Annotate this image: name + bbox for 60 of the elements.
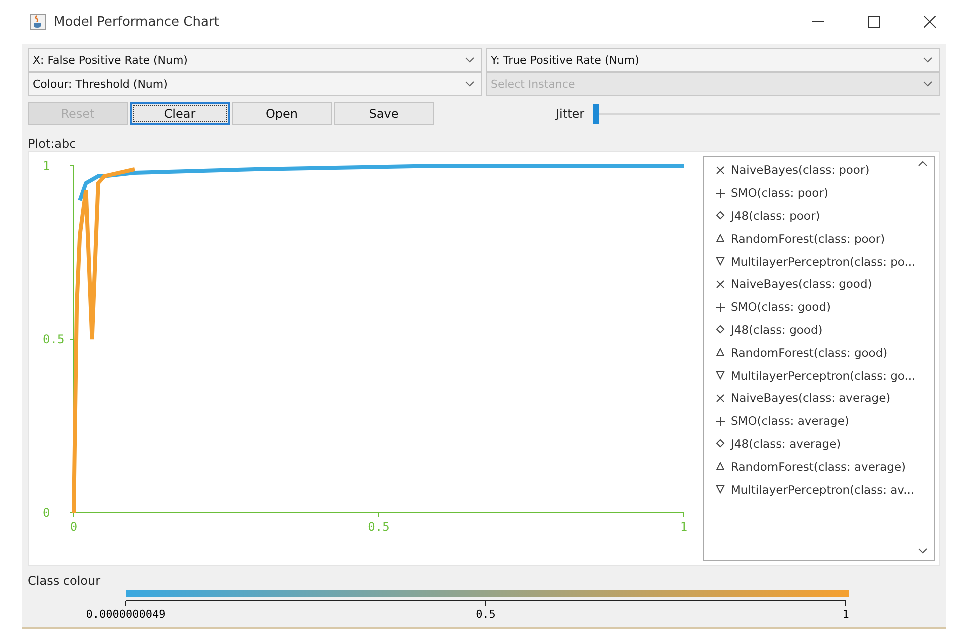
x-tick-label: 0.5 bbox=[368, 520, 390, 534]
toolbar-button[interactable]: Open bbox=[232, 102, 332, 125]
chevron-down-icon bbox=[465, 81, 475, 87]
triangle-down-icon bbox=[716, 485, 725, 494]
x-tick-label: 0 bbox=[70, 520, 78, 534]
dropdown[interactable]: Y: True Positive Rate (Num) bbox=[486, 48, 940, 72]
triangle-icon bbox=[716, 348, 725, 358]
legend-item[interactable]: SMO(class: good) bbox=[716, 296, 934, 319]
legend-item[interactable]: SMO(class: average) bbox=[716, 410, 934, 433]
toolbar-button[interactable]: Save bbox=[334, 102, 434, 125]
legend-item[interactable]: NaiveBayes(class: poor) bbox=[716, 159, 934, 182]
window-title: Model Performance Chart bbox=[54, 14, 220, 30]
triangle-down-icon bbox=[716, 371, 725, 380]
chevron-down-icon bbox=[923, 57, 933, 63]
plus-icon bbox=[716, 188, 725, 198]
plot-title: Plot:abc bbox=[28, 137, 78, 151]
legend-item[interactable]: MultilayerPerceptron(class: go... bbox=[716, 364, 934, 387]
plus-icon bbox=[716, 416, 725, 426]
triangle-icon bbox=[716, 234, 725, 244]
class-colour-label: Class colour bbox=[28, 574, 102, 588]
legend-item[interactable]: SMO(class: poor) bbox=[716, 182, 934, 205]
legend-item[interactable]: MultilayerPerceptron(class: av... bbox=[716, 478, 934, 501]
legend-item[interactable]: RandomForest(class: average) bbox=[716, 455, 934, 478]
triangle-down-icon bbox=[716, 257, 725, 266]
diamond-icon bbox=[716, 325, 725, 334]
y-tick-label: 1 bbox=[43, 159, 50, 173]
legend-item[interactable]: J48(class: average) bbox=[716, 432, 934, 456]
diamond-icon bbox=[716, 211, 725, 220]
minimize-icon[interactable] bbox=[812, 21, 824, 23]
chevron-down-icon bbox=[465, 57, 475, 63]
legend-item[interactable]: J48(class: poor) bbox=[716, 204, 934, 228]
slider-thumb[interactable] bbox=[592, 104, 599, 124]
diamond-icon bbox=[716, 439, 725, 448]
triangle-icon bbox=[716, 462, 725, 472]
toolbar-button[interactable]: Clear bbox=[130, 102, 230, 125]
dropdown[interactable]: X: False Positive Rate (Num) bbox=[28, 48, 482, 72]
x-tick-label: 1 bbox=[680, 520, 688, 534]
legend-item[interactable]: NaiveBayes(class: good) bbox=[716, 272, 934, 296]
java-cup-icon bbox=[30, 14, 46, 30]
scroll-down-icon[interactable] bbox=[918, 548, 928, 554]
scale-label: 0.5 bbox=[476, 608, 496, 621]
scale-label: 0.0000000049 bbox=[86, 608, 166, 621]
close-icon[interactable] bbox=[924, 16, 936, 28]
y-tick-label: 0.5 bbox=[43, 332, 65, 346]
legend-item[interactable]: MultilayerPerceptron(class: po... bbox=[716, 250, 934, 273]
y-tick-label: 0 bbox=[43, 506, 50, 520]
cross-icon bbox=[716, 166, 725, 175]
scale-label: 1 bbox=[842, 608, 850, 621]
plus-icon bbox=[716, 302, 725, 312]
jitter-label: Jitter bbox=[556, 106, 585, 120]
chevron-down-icon bbox=[923, 81, 933, 87]
legend-item[interactable]: RandomForest(class: poor) bbox=[716, 227, 934, 250]
maximize-icon[interactable] bbox=[868, 16, 880, 28]
scroll-up-icon[interactable] bbox=[918, 161, 928, 167]
legend-item[interactable]: RandomForest(class: good) bbox=[716, 341, 934, 364]
legend-item[interactable]: NaiveBayes(class: average) bbox=[716, 386, 934, 410]
cross-icon bbox=[716, 280, 725, 289]
cross-icon bbox=[716, 394, 725, 403]
legend-item[interactable]: J48(class: good) bbox=[716, 318, 934, 342]
dropdown[interactable]: Colour: Threshold (Num) bbox=[28, 72, 482, 96]
